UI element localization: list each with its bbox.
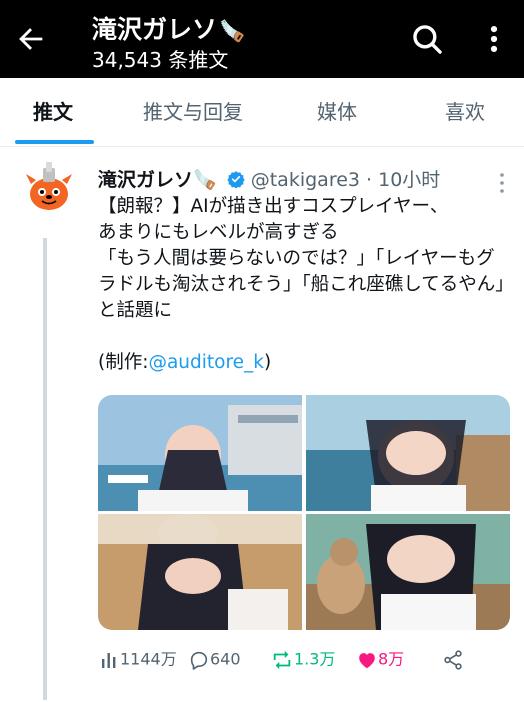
more-vertical-icon[interactable] bbox=[482, 22, 506, 56]
share-icon bbox=[444, 649, 462, 670]
profile-title: 滝沢ガレソ🪚 bbox=[92, 10, 245, 46]
verified-badge-icon bbox=[227, 171, 245, 188]
like-count: 8万 bbox=[378, 649, 405, 669]
credit-suffix: ) bbox=[264, 352, 272, 373]
media-image-1[interactable] bbox=[98, 395, 302, 511]
search-icon[interactable] bbox=[410, 22, 444, 56]
tweet-actions: 1144万 640 1.3万 8万 bbox=[98, 644, 510, 674]
tweet-time[interactable]: 10小时 bbox=[378, 169, 440, 191]
tweet-count: 34,543 条推文 bbox=[92, 48, 229, 72]
retweet-icon bbox=[273, 650, 291, 669]
back-arrow-icon[interactable] bbox=[14, 22, 48, 56]
credit-prefix: (制作: bbox=[98, 352, 149, 373]
media-grid bbox=[98, 395, 510, 630]
tweet-more-icon[interactable] bbox=[498, 170, 506, 196]
tweet-body: 【朗報？】AIが描き出すコスプレイヤー、 あまりにもレベルが高すぎる 「もう人間… bbox=[98, 196, 505, 321]
top-bar: 滝沢ガレソ🪚 34,543 条推文 bbox=[0, 0, 524, 78]
views-icon bbox=[102, 652, 116, 668]
tab-tweets[interactable]: 推文 bbox=[33, 78, 73, 146]
author-name[interactable]: 滝沢ガレソ bbox=[98, 169, 193, 191]
reply-icon bbox=[190, 651, 208, 670]
media-image-4[interactable] bbox=[306, 514, 510, 630]
reply-count: 640 bbox=[210, 649, 241, 669]
tweet-text: 【朗報？】AIが描き出すコスプレイヤー、 あまりにもレベルが高すぎる 「もう人間… bbox=[98, 194, 508, 376]
like-button[interactable]: 8万 bbox=[356, 644, 404, 674]
profile-name: 滝沢ガレソ bbox=[92, 15, 218, 44]
media-image-2[interactable] bbox=[306, 395, 510, 511]
author-handle[interactable]: @takigare3 bbox=[251, 169, 360, 191]
tab-tweets-replies[interactable]: 推文与回复 bbox=[143, 78, 243, 146]
thread-line bbox=[43, 238, 47, 700]
tweet-header: 滝沢ガレソ🪚 @takigare3 · 10小时 bbox=[98, 165, 440, 191]
media-image-3[interactable] bbox=[98, 514, 302, 630]
views-count: 1144万 bbox=[120, 649, 177, 669]
tab-media[interactable]: 媒体 bbox=[317, 78, 357, 146]
saw-emoji: 🪚 bbox=[219, 19, 246, 43]
share-button[interactable] bbox=[442, 644, 464, 674]
avatar[interactable] bbox=[22, 160, 76, 214]
credit-link[interactable]: @auditore_k bbox=[148, 352, 264, 373]
heart-icon bbox=[359, 652, 375, 668]
tab-likes[interactable]: 喜欢 bbox=[445, 78, 485, 146]
views-stat[interactable]: 1144万 bbox=[100, 644, 177, 674]
profile-tabs: 推文 推文与回复 媒体 喜欢 bbox=[0, 78, 524, 147]
reply-button[interactable]: 640 bbox=[188, 644, 241, 674]
retweet-count: 1.3万 bbox=[294, 649, 336, 669]
active-tab-indicator bbox=[15, 140, 94, 144]
retweet-button[interactable]: 1.3万 bbox=[270, 644, 335, 674]
saw-emoji: 🪚 bbox=[193, 169, 217, 191]
